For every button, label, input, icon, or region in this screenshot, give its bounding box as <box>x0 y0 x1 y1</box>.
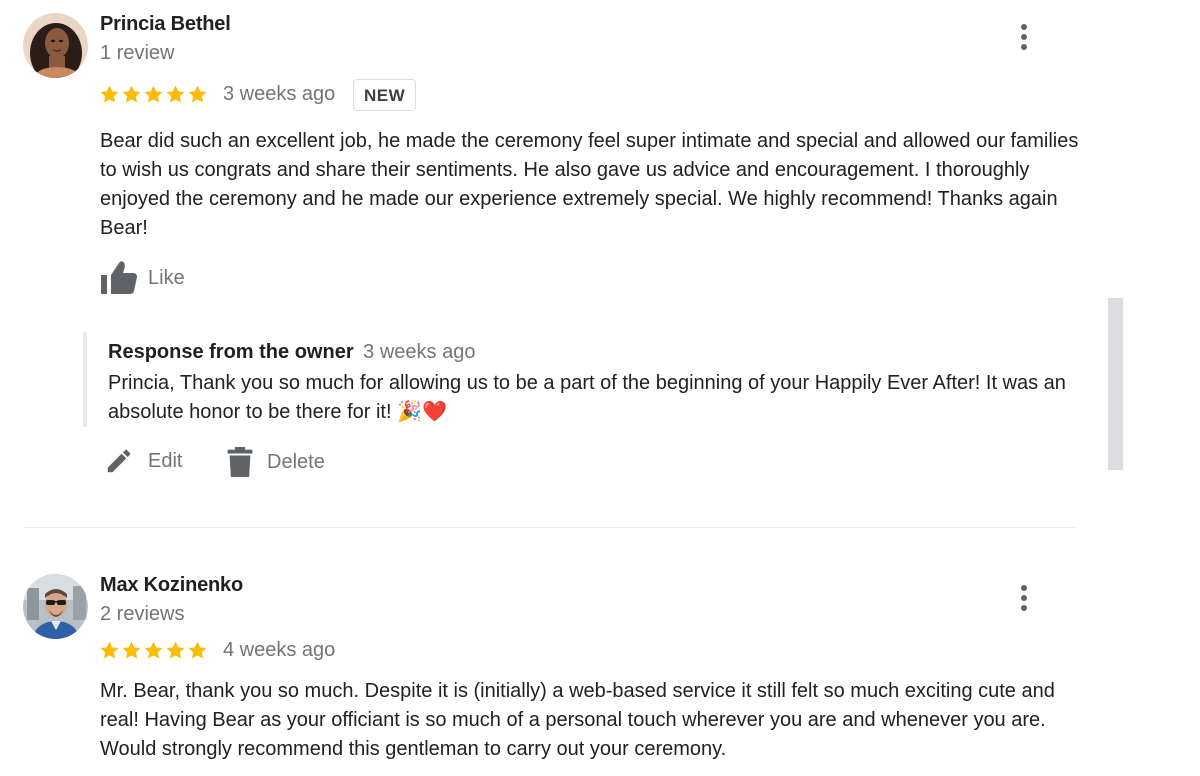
owner-response-text: Princia, Thank you so much for allowing … <box>108 372 1066 423</box>
owner-response-title: Response from the owner <box>108 341 354 363</box>
scrollbar[interactable] <box>1108 298 1123 470</box>
owner-response: Response from the owner 3 weeks ago Prin… <box>83 332 1077 427</box>
review-count[interactable]: 1 review <box>100 42 174 65</box>
star-rating <box>99 84 208 105</box>
review-count[interactable]: 2 reviews <box>100 603 184 626</box>
like-button[interactable]: Like <box>100 260 185 296</box>
new-badge: NEW <box>353 79 417 111</box>
edit-button[interactable]: Edit <box>104 446 182 476</box>
delete-label: Delete <box>267 450 325 473</box>
star-icon <box>188 641 207 659</box>
review-text: Mr. Bear, thank you so much. Despite it … <box>100 680 1055 760</box>
trash-icon <box>227 447 253 477</box>
like-label: Like <box>148 266 185 289</box>
star-icon <box>166 85 185 103</box>
star-icon <box>100 641 119 659</box>
reviewer-name[interactable]: Max Kozinenko <box>100 574 243 597</box>
star-icon <box>188 85 207 103</box>
more-vert-icon <box>1021 24 1027 30</box>
more-options-button[interactable] <box>1008 578 1040 618</box>
reviewer-name[interactable]: Princia Bethel <box>100 13 231 36</box>
star-icon <box>166 641 185 659</box>
review-text: Bear did such an excellent job, he made … <box>100 130 1079 239</box>
star-icon <box>144 641 163 659</box>
more-vert-icon <box>1021 585 1027 591</box>
star-icon <box>122 85 141 103</box>
owner-response-date: 3 weeks ago <box>363 341 476 363</box>
thumb-up-icon <box>101 261 137 294</box>
review-date: 3 weeks ago <box>223 83 336 105</box>
delete-button[interactable]: Delete <box>227 446 325 478</box>
pencil-icon <box>107 449 131 473</box>
avatar[interactable] <box>23 574 88 639</box>
more-options-button[interactable] <box>1008 17 1040 57</box>
star-icon <box>144 85 163 103</box>
avatar[interactable] <box>23 13 88 78</box>
star-icon <box>100 85 119 103</box>
owner-response-header: Response from the owner 3 weeks ago <box>108 341 475 364</box>
review-card: Max Kozinenko 2 reviews 4 weeks ago Mr. … <box>0 528 1100 776</box>
star-rating <box>99 640 208 661</box>
star-icon <box>122 641 141 659</box>
review-card: Princia Bethel 1 review 3 weeks ago NEW … <box>0 0 1100 527</box>
review-date: 4 weeks ago <box>223 639 336 661</box>
edit-label: Edit <box>148 449 183 472</box>
